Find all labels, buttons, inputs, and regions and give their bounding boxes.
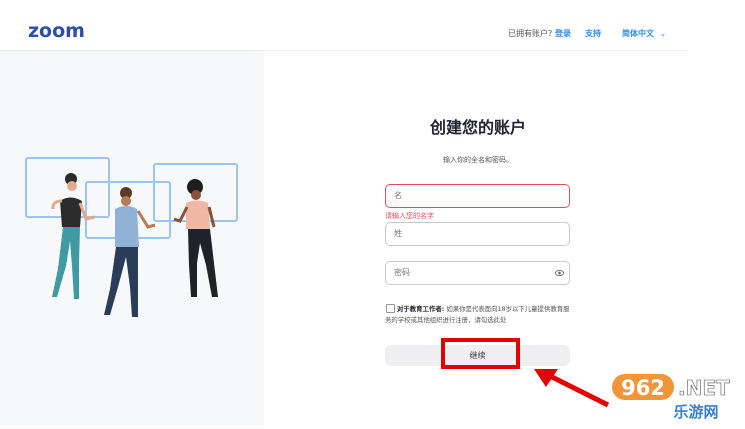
password-field[interactable]: 密码: [385, 261, 570, 285]
page-title: 创建您的账户: [429, 118, 526, 137]
last-name-field[interactable]: 姓: [385, 222, 570, 246]
continue-button[interactable]: 继续: [385, 345, 570, 366]
account-prompt: 已拥有账户?: [508, 29, 553, 38]
top-bar: zoom 已拥有账户? 登录 支持 简体中文 ⌄: [0, 0, 688, 51]
watermark-suffix: .NET: [678, 376, 730, 400]
login-link[interactable]: 登录: [555, 28, 571, 39]
watermark-site: 乐游网: [673, 403, 718, 421]
watermark-number: 962: [621, 376, 665, 400]
site-watermark-logo: 962 .NET 乐游网: [612, 374, 730, 421]
zoom-logo[interactable]: zoom: [28, 20, 85, 42]
first-name-error: 请输入您的名字: [385, 212, 434, 220]
chevron-down-icon: ⌄: [660, 30, 666, 38]
right-margin: [688, 0, 745, 425]
educator-notice: 对于教育工作者: 如果你是代表面向18岁以下儿童提供教育服务的学校或其他组织进行…: [385, 304, 575, 326]
red-arrow-annotation: [534, 369, 610, 408]
eye-icon[interactable]: [555, 269, 564, 277]
educator-label: 对于教育工作者:: [397, 305, 445, 313]
continue-label: 继续: [469, 351, 486, 360]
language-label: 简体中文: [622, 29, 654, 38]
form-subtitle: 输入你的全名和密码。: [443, 156, 513, 164]
language-selector[interactable]: 简体中文 ⌄: [622, 28, 666, 39]
first-name-placeholder: 名: [394, 191, 402, 200]
first-name-field[interactable]: 名: [385, 184, 570, 208]
last-name-placeholder: 姓: [394, 229, 402, 238]
password-placeholder: 密码: [394, 268, 410, 277]
people-with-frames-illustration: [25, 157, 238, 317]
illustration-panel: [0, 51, 264, 425]
support-link[interactable]: 支持: [585, 28, 601, 39]
